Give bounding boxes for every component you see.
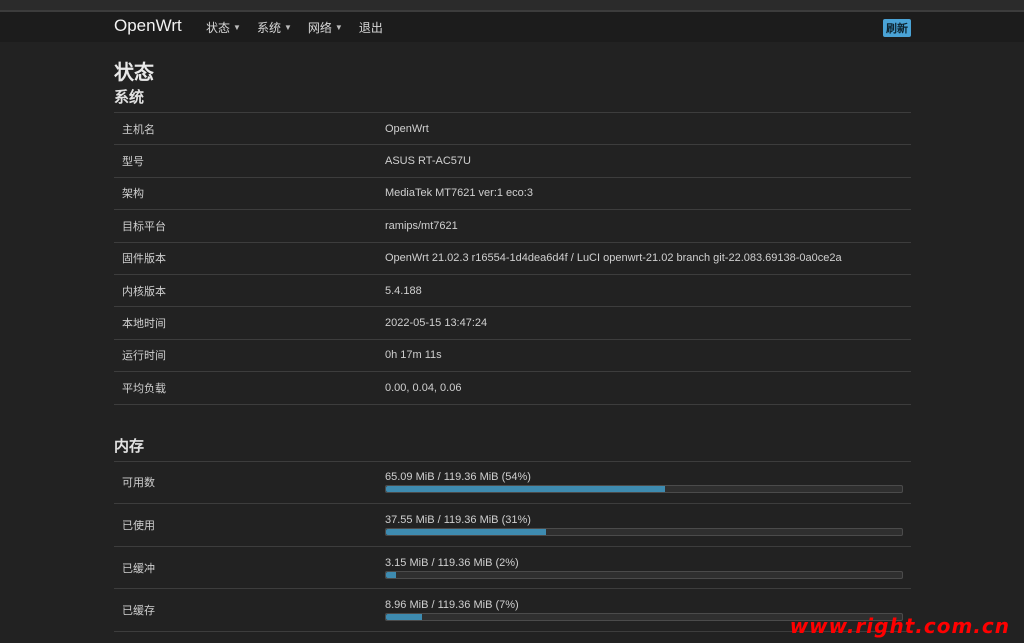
row-value: MediaTek MT7621 ver:1 eco:3 xyxy=(385,187,533,200)
table-row: 本地时间 2022-05-15 13:47:24 xyxy=(114,307,911,340)
top-navbar: OpenWrt 状态 ▼ 系统 ▼ 网络 ▼ 退出 刷新 xyxy=(0,12,1024,42)
main-content: 状态 系统 主机名 OpenWrt 型号 ASUS RT-AC57U 架构 MediaTe… xyxy=(114,56,911,632)
table-row: 主机名 OpenWrt xyxy=(114,113,911,146)
brand-logo-text[interactable]: OpenWrt xyxy=(114,16,182,36)
row-label: 架构 xyxy=(122,188,144,201)
progress-bar-fill xyxy=(386,614,423,621)
memory-usage-text: 8.96 MiB / 119.36 MiB (7%) xyxy=(385,599,519,612)
menu-status-label: 状态 xyxy=(206,21,231,35)
system-table: 主机名 OpenWrt 型号 ASUS RT-AC57U 架构 MediaTek MT76… xyxy=(114,112,911,405)
row-value: ASUS RT-AC57U xyxy=(385,155,471,168)
memory-usage-text: 3.15 MiB / 119.36 MiB (2%) xyxy=(385,556,519,569)
row-value: 65.09 MiB / 119.36 MiB (54%) xyxy=(385,471,911,494)
chevron-down-icon: ▼ xyxy=(233,23,241,32)
row-value: OpenWrt xyxy=(385,122,429,135)
row-label: 主机名 xyxy=(122,123,155,136)
menu-system-label: 系统 xyxy=(256,21,281,35)
menu-network[interactable]: 网络 ▼ xyxy=(308,19,343,36)
memory-usage-text: 37.55 MiB / 119.36 MiB (31%) xyxy=(385,513,531,526)
row-label: 本地时间 xyxy=(122,318,166,331)
main-menu: 状态 ▼ 系统 ▼ 网络 ▼ 退出 xyxy=(206,19,383,36)
row-value: 37.55 MiB / 119.36 MiB (31%) xyxy=(385,514,911,536)
progress-bar xyxy=(385,485,903,494)
chevron-down-icon: ▼ xyxy=(283,23,292,32)
row-value: 0.00, 0.04, 0.06 xyxy=(385,381,462,394)
row-value: 0h 17m 11s xyxy=(385,349,442,362)
row-label: 已缓冲 xyxy=(122,562,155,575)
row-label: 型号 xyxy=(122,156,144,169)
window-top-edge xyxy=(0,0,1024,12)
table-row: 固件版本 OpenWrt 21.02.3 r16554-1d4dea6d4f / … xyxy=(114,243,911,275)
progress-bar-fill xyxy=(386,571,397,578)
memory-section-title: 内存 xyxy=(114,437,145,455)
memory-table: 可用数 65.09 MiB / 119.36 MiB (54%) 已使用 37.55 … xyxy=(114,460,911,632)
system-section-title: 系统 xyxy=(114,89,145,106)
progress-bar xyxy=(385,527,903,536)
chevron-down-icon: ▼ xyxy=(334,23,343,32)
table-row: 运行时间 0h 17m 11s xyxy=(114,340,911,373)
menu-system[interactable]: 系统 ▼ xyxy=(257,19,292,36)
watermark-text: www.right.com.cn xyxy=(789,614,1010,638)
row-label: 固件版本 xyxy=(122,253,166,266)
row-label: 目标平台 xyxy=(122,220,166,233)
table-row: 可用数 65.09 MiB / 119.36 MiB (54%) xyxy=(114,462,911,505)
row-label: 可用数 xyxy=(122,477,155,490)
row-value: ramips/mt7621 xyxy=(385,219,458,232)
row-value: 5.4.188 xyxy=(385,284,422,297)
table-row: 已缓冲 3.15 MiB / 119.36 MiB (2%) xyxy=(114,547,911,590)
table-row: 已使用 37.55 MiB / 119.36 MiB (31%) xyxy=(114,504,911,547)
row-label: 平均负载 xyxy=(122,382,166,395)
row-label: 已缓存 xyxy=(122,605,155,618)
table-row: 平均负载 0.00, 0.04, 0.06 xyxy=(114,372,911,405)
table-row: 内核版本 5.4.188 xyxy=(114,275,911,308)
row-label: 运行时间 xyxy=(122,350,166,363)
memory-usage-text: 65.09 MiB / 119.36 MiB (54%) xyxy=(385,471,531,484)
progress-bar-fill xyxy=(386,486,665,493)
row-value: OpenWrt 21.02.3 r16554-1d4dea6d4f / LuCI… xyxy=(385,252,842,265)
row-value: 3.15 MiB / 119.36 MiB (2%) xyxy=(385,557,911,579)
menu-logout-label: 退出 xyxy=(358,21,383,35)
refresh-button[interactable]: 刷新 xyxy=(883,19,911,37)
table-row: 目标平台 ramips/mt7621 xyxy=(114,210,911,243)
page-title: 状态 xyxy=(114,62,154,84)
table-row: 型号 ASUS RT-AC57U xyxy=(114,145,911,178)
memory-section: 内存 可用数 65.09 MiB / 119.36 MiB (54%) 已使用 37.… xyxy=(114,435,911,632)
table-row: 架构 MediaTek MT7621 ver:1 eco:3 xyxy=(114,178,911,211)
row-label: 已使用 xyxy=(122,519,155,532)
row-value: 2022-05-15 13:47:24 xyxy=(385,317,488,330)
progress-bar xyxy=(385,570,903,579)
progress-bar-fill xyxy=(386,528,546,535)
menu-status[interactable]: 状态 ▼ xyxy=(206,19,241,36)
menu-network-label: 网络 xyxy=(307,21,332,35)
menu-logout[interactable]: 退出 xyxy=(359,19,383,36)
row-label: 内核版本 xyxy=(122,285,166,298)
